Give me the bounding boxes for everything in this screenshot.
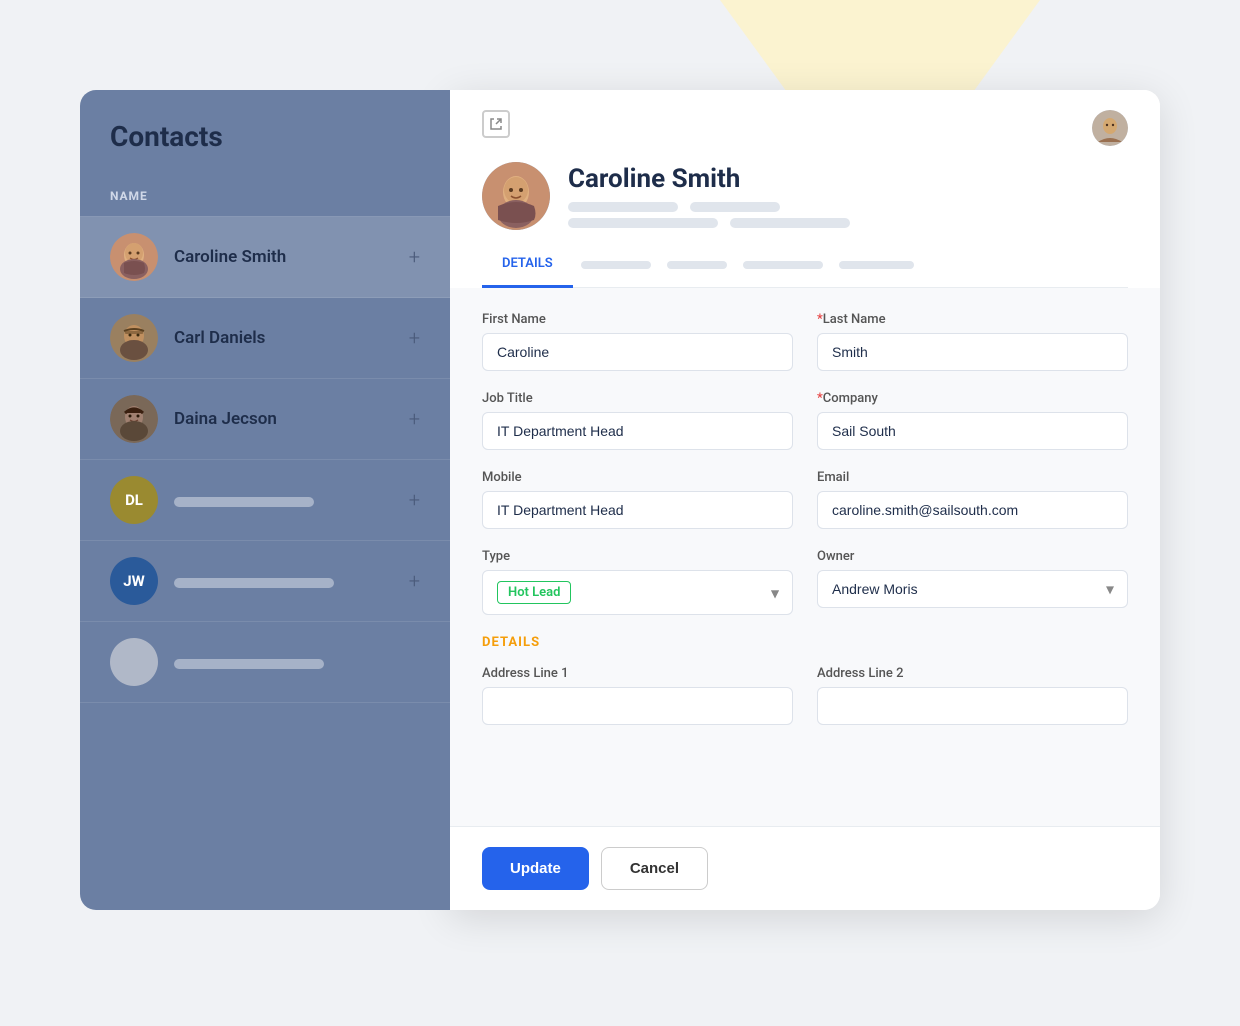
avatar-dl: DL [110, 476, 158, 524]
last-name-group: *Last Name [817, 312, 1128, 371]
tab-placeholder-5 [839, 261, 914, 269]
daina-face-svg [110, 395, 158, 443]
contact-item-carl[interactable]: Carl Daniels + [80, 298, 450, 379]
address1-group: Address Line 1 [482, 666, 793, 725]
meta-line-2 [690, 202, 780, 212]
email-label: Email [817, 470, 1128, 485]
main-layout: Contacts NAME [80, 90, 1160, 910]
mobile-label: Mobile [482, 470, 793, 485]
email-group: Email [817, 470, 1128, 529]
address2-group: Address Line 2 [817, 666, 1128, 725]
panel-body: First Name *Last Name Job Title [450, 288, 1160, 826]
contact-add-carl[interactable]: + [409, 326, 420, 350]
company-label: *Company [817, 391, 1128, 406]
type-select-wrapper: Hot Lead ▾ [482, 570, 793, 615]
contact-header: Caroline Smith [482, 162, 1128, 230]
meta-line-1 [568, 202, 678, 212]
mobile-email-row: Mobile Email [482, 470, 1128, 529]
last-name-label: *Last Name [817, 312, 1128, 327]
type-label: Type [482, 549, 793, 564]
contact-full-name: Caroline Smith [568, 164, 850, 194]
detail-panel: Caroline Smith DETAILS [450, 90, 1160, 910]
panel-footer: Update Cancel [450, 826, 1160, 910]
avatar-caroline [110, 233, 158, 281]
cancel-button[interactable]: Cancel [601, 847, 708, 890]
address1-label: Address Line 1 [482, 666, 793, 681]
placeholder-dl-name [174, 497, 314, 507]
address1-input[interactable] [482, 687, 793, 725]
contact-item-extra[interactable] [80, 622, 450, 703]
company-group: *Company [817, 391, 1128, 450]
address2-label: Address Line 2 [817, 666, 1128, 681]
tab-details[interactable]: DETAILS [482, 242, 573, 288]
meta-line-3 [568, 218, 718, 228]
contact-add-dl[interactable]: + [409, 488, 420, 512]
meta-line-4 [730, 218, 850, 228]
tab-placeholder-4 [743, 261, 823, 269]
contact-item-jw[interactable]: JW + [80, 541, 450, 622]
avatar-daina [110, 395, 158, 443]
contact-info: Caroline Smith [568, 164, 850, 228]
update-button[interactable]: Update [482, 847, 589, 890]
contact-add-caroline[interactable]: + [409, 245, 420, 269]
avatar-jw: JW [110, 557, 158, 605]
panel-top-bar [482, 110, 1128, 146]
job-title-input[interactable] [482, 412, 793, 450]
contact-list: Caroline Smith + C [80, 217, 450, 703]
type-owner-row: Type Hot Lead ▾ Owner Andrew Moris [482, 549, 1128, 615]
contact-main-avatar [482, 162, 550, 230]
type-select-display[interactable]: Hot Lead [482, 570, 793, 615]
user-avatar-svg [1092, 110, 1128, 146]
tab-placeholder-2 [581, 261, 651, 269]
placeholder-jw-name [174, 578, 334, 588]
owner-select[interactable]: Andrew Moris [817, 570, 1128, 608]
job-company-row: Job Title *Company [482, 391, 1128, 450]
company-input[interactable] [817, 412, 1128, 450]
email-input[interactable] [817, 491, 1128, 529]
mobile-input[interactable] [482, 491, 793, 529]
column-name-header: NAME [110, 189, 148, 203]
contact-meta-lines [568, 202, 850, 228]
job-title-group: Job Title [482, 391, 793, 450]
tab-bar: DETAILS [482, 242, 1128, 288]
contact-add-jw[interactable]: + [409, 569, 420, 593]
first-name-group: First Name [482, 312, 793, 371]
external-link-icon [489, 117, 503, 131]
first-name-input[interactable] [482, 333, 793, 371]
details-section-label: DETAILS [482, 635, 1128, 650]
hot-lead-badge: Hot Lead [497, 581, 571, 604]
last-name-input[interactable] [817, 333, 1128, 371]
sidebar-header: NAME [80, 173, 450, 217]
job-title-label: Job Title [482, 391, 793, 406]
avatar-extra [110, 638, 158, 686]
tab-placeholder-3 [667, 261, 727, 269]
contact-name-daina: Daina Jecson [174, 409, 277, 429]
carl-face-svg [110, 314, 158, 362]
owner-label: Owner [817, 549, 1128, 564]
owner-select-wrapper: Andrew Moris [817, 570, 1128, 608]
user-avatar[interactable] [1092, 110, 1128, 146]
contacts-sidebar: Contacts NAME [80, 90, 450, 910]
avatar-carl [110, 314, 158, 362]
placeholder-extra-name [174, 659, 324, 669]
first-name-label: First Name [482, 312, 793, 327]
contact-item-dl[interactable]: DL + [80, 460, 450, 541]
owner-group: Owner Andrew Moris [817, 549, 1128, 615]
contact-add-daina[interactable]: + [409, 407, 420, 431]
external-link-button[interactable] [482, 110, 510, 138]
contact-item-caroline[interactable]: Caroline Smith + [80, 217, 450, 298]
caroline-main-avatar-svg [482, 162, 550, 230]
address2-input[interactable] [817, 687, 1128, 725]
caroline-face-svg [110, 233, 158, 281]
mobile-group: Mobile [482, 470, 793, 529]
contact-name-caroline: Caroline Smith [174, 247, 286, 267]
type-group: Type Hot Lead ▾ [482, 549, 793, 615]
contact-item-daina[interactable]: Daina Jecson + [80, 379, 450, 460]
address-row: Address Line 1 Address Line 2 [482, 666, 1128, 725]
panel-header: Caroline Smith DETAILS [450, 90, 1160, 288]
contact-name-carl: Carl Daniels [174, 328, 265, 348]
sidebar-title: Contacts [80, 90, 450, 173]
name-row: First Name *Last Name [482, 312, 1128, 371]
